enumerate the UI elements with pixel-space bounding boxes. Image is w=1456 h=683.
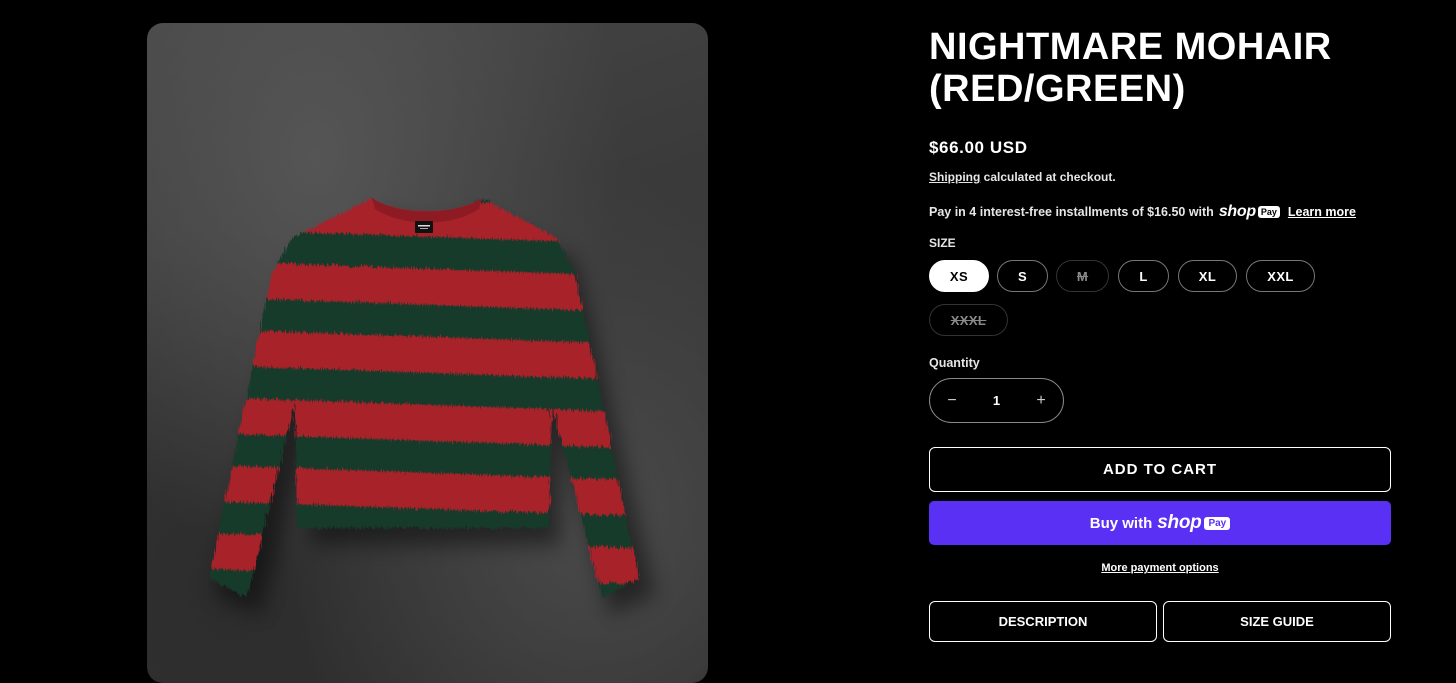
shipping-note: Shipping calculated at checkout.	[929, 170, 1116, 184]
pay-badge-icon: Pay	[1204, 516, 1231, 530]
product-image[interactable]	[147, 23, 708, 683]
size-option-m[interactable]: M	[1056, 260, 1109, 292]
quantity-label: Quantity	[929, 356, 980, 370]
shop-logo-icon: shop	[1218, 203, 1256, 220]
size-option-xxl[interactable]: XXL	[1246, 260, 1315, 292]
learn-more-link[interactable]: Learn more	[1288, 205, 1356, 219]
buy-with-label: Buy with	[1089, 514, 1153, 532]
sweater-photo	[209, 198, 655, 615]
quantity-increase-button[interactable]: +	[1019, 379, 1063, 422]
size-guide-button[interactable]: SIZE GUIDE	[1163, 601, 1391, 642]
size-option-s[interactable]: S	[997, 260, 1048, 292]
buy-with-shop-pay-button[interactable]: Buy with shop Pay	[929, 501, 1391, 545]
size-option-xxxl[interactable]: XXXL	[929, 304, 1008, 336]
pay-badge-icon: Pay	[1257, 206, 1280, 218]
product-price: $66.00 USD	[929, 138, 1028, 157]
size-option-l[interactable]: L	[1118, 260, 1169, 292]
installments-text: Pay in 4 interest-free installments of $…	[929, 205, 1214, 219]
add-to-cart-button[interactable]: ADD TO CART	[929, 447, 1391, 492]
shop-pay-installments: Pay in 4 interest-free installments of $…	[929, 203, 1356, 221]
size-option-xs[interactable]: XS	[929, 260, 989, 292]
quantity-decrease-button[interactable]: −	[930, 379, 974, 422]
size-label: SIZE	[929, 236, 956, 250]
more-payment-options-link[interactable]: More payment options	[929, 562, 1391, 574]
quantity-stepper: − 1 +	[929, 378, 1064, 423]
product-title: NIGHTMARE MOHAIR (RED/GREEN)	[929, 26, 1332, 110]
shipping-note-text: calculated at checkout.	[980, 170, 1116, 184]
shipping-link[interactable]: Shipping	[929, 170, 980, 184]
quantity-input[interactable]: 1	[974, 379, 1019, 422]
size-option-xl[interactable]: XL	[1178, 260, 1237, 292]
shop-logo-icon: shop	[1157, 512, 1202, 533]
description-button[interactable]: DESCRIPTION	[929, 601, 1157, 642]
